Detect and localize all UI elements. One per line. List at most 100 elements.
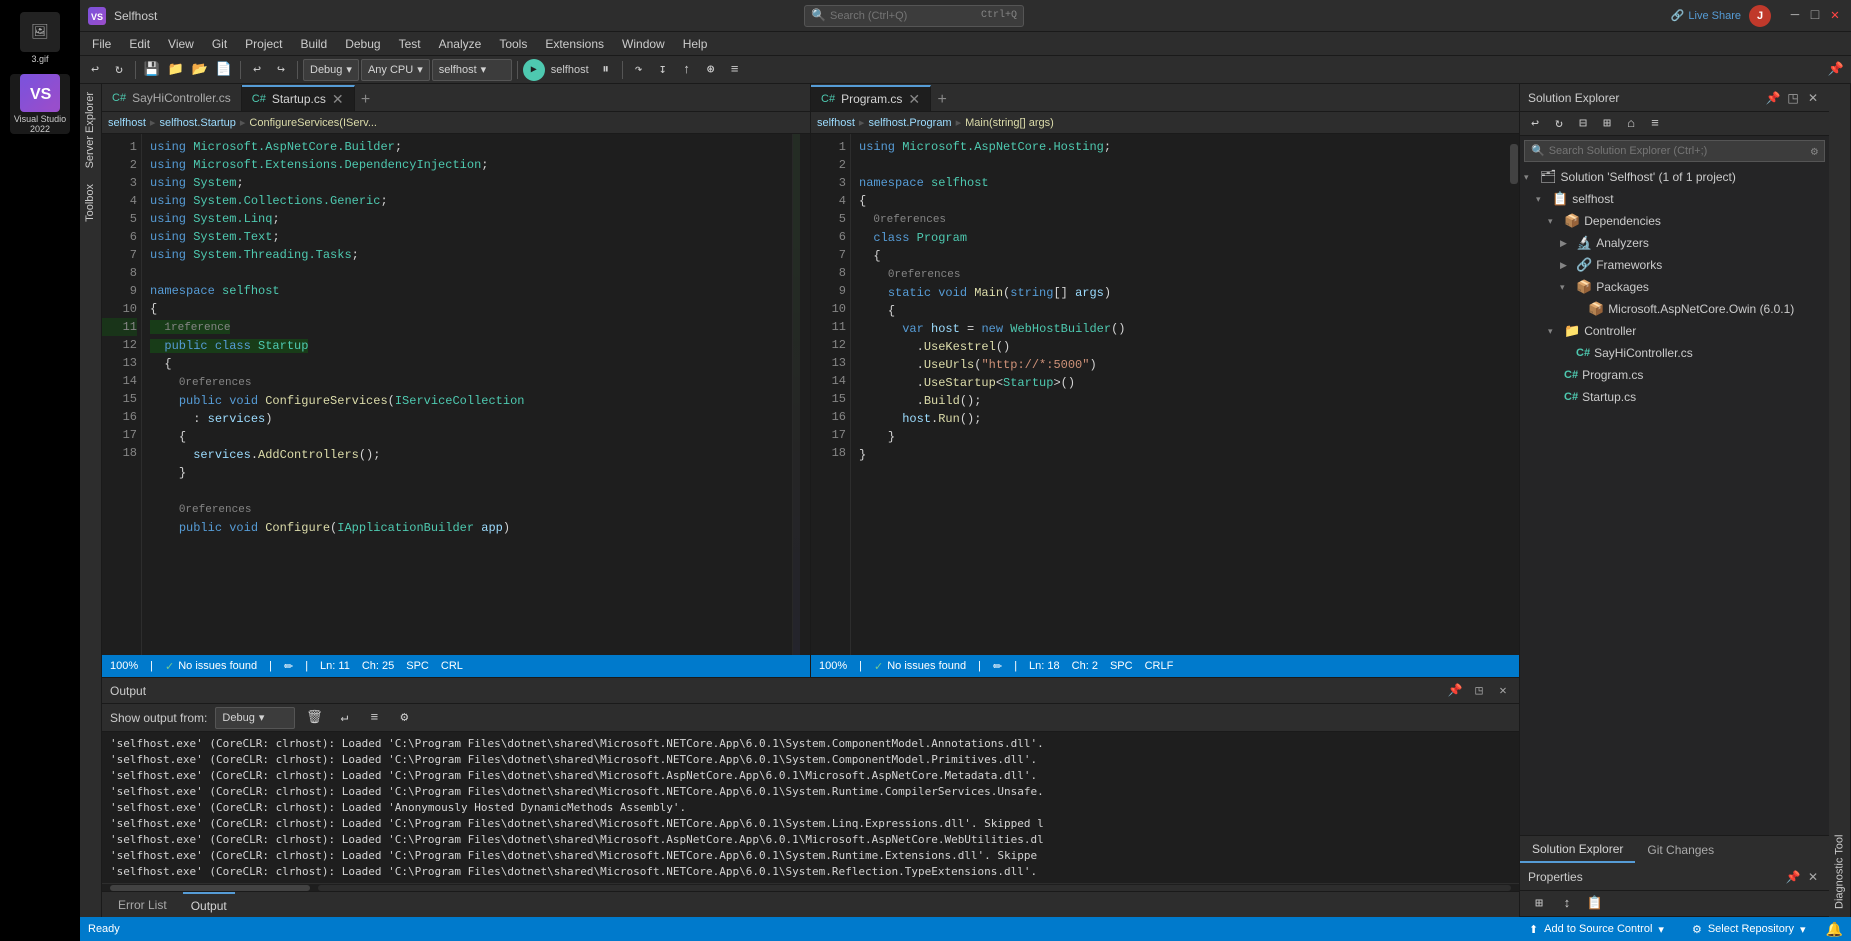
platform-dropdown[interactable]: Any CPU ▾ (361, 59, 430, 81)
se-refresh[interactable]: ↻ (1548, 113, 1570, 135)
se-search[interactable]: 🔍 ⚙ (1524, 140, 1825, 162)
props-close[interactable]: ✕ (1805, 869, 1821, 885)
output-close[interactable]: ✕ (1495, 683, 1511, 699)
server-explorer-tab[interactable]: Server Explorer (80, 84, 101, 176)
tab-output[interactable]: Output (183, 892, 235, 917)
se-undock[interactable]: ◳ (1785, 90, 1801, 106)
debug-config-dropdown[interactable]: Debug ▾ (303, 59, 359, 81)
tree-aspnetcore-owin[interactable]: ▶ 📦 Microsoft.AspNetCore.Owin (6.0.1) (1520, 298, 1829, 320)
notification-bell[interactable]: 🔔 (1826, 921, 1843, 938)
menu-test[interactable]: Test (391, 32, 429, 55)
search-box[interactable]: 🔍 Ctrl+Q (804, 5, 1024, 27)
toolbar-new[interactable]: 📄 (213, 59, 235, 81)
tab-startup[interactable]: C# Startup.cs ✕ (242, 85, 355, 111)
se-sync[interactable]: ↩ (1524, 113, 1546, 135)
sayhicontroller-icon: C# (1576, 347, 1590, 359)
live-share-button[interactable]: 🔗 Live Share (1671, 9, 1741, 22)
step-over[interactable]: ↷ (628, 59, 650, 81)
tab-close-startup[interactable]: ✕ (332, 91, 344, 108)
select-repository[interactable]: ⚙ Select Repository ▾ (1684, 923, 1814, 936)
diagnostic-tool-tab[interactable]: Diagnostic Tool (1829, 84, 1851, 917)
se-tab-solution-explorer[interactable]: Solution Explorer (1520, 836, 1635, 863)
close-button[interactable]: ✕ (1827, 8, 1843, 24)
menu-build[interactable]: Build (293, 32, 336, 55)
output-source-dropdown[interactable]: Debug ▾ (215, 707, 295, 729)
props-sort[interactable]: ↕ (1556, 893, 1578, 915)
toolbar-back[interactable]: ↩ (84, 59, 106, 81)
tree-project[interactable]: ▾ 📋 selfhost (1520, 188, 1829, 210)
code-editor-left[interactable]: 12345 678910 11 12131415 161718 using Mi… (102, 134, 810, 655)
step-into[interactable]: ↧ (652, 59, 674, 81)
tree-packages[interactable]: ▾ 📦 Packages (1520, 276, 1829, 298)
menu-window[interactable]: Window (614, 32, 673, 55)
output-clear[interactable]: 🗑 (303, 707, 325, 729)
toolbar-save[interactable]: 💾 (141, 59, 163, 81)
props-pin[interactable]: 📌 (1785, 869, 1801, 885)
toolbar-undo[interactable]: ↩ (246, 59, 268, 81)
tree-sayhicontroller[interactable]: ▶ C# SayHiController.cs (1520, 342, 1829, 364)
tree-frameworks[interactable]: ▶ 🔗 Frameworks (1520, 254, 1829, 276)
toolbar-save-all[interactable]: 📁 (165, 59, 187, 81)
output-undock[interactable]: ◳ (1471, 683, 1487, 699)
se-tab-git-changes[interactable]: Git Changes (1635, 836, 1726, 863)
tab-program[interactable]: C# Program.cs ✕ (811, 85, 931, 111)
se-close[interactable]: ✕ (1805, 90, 1821, 106)
output-settings[interactable]: ⚙ (393, 707, 415, 729)
menu-file[interactable]: File (84, 32, 119, 55)
add-to-source-control[interactable]: ⬆ Add to Source Control ▾ (1521, 923, 1672, 936)
menu-edit[interactable]: Edit (121, 32, 158, 55)
props-description[interactable]: 📋 (1584, 893, 1606, 915)
search-input[interactable] (830, 10, 977, 22)
profile-avatar[interactable]: J (1749, 5, 1771, 27)
menu-debug[interactable]: Debug (337, 32, 388, 55)
code-editor-right[interactable]: 12345 678910 1112131415 161718 using Mic… (811, 134, 1519, 655)
tree-analyzers[interactable]: ▶ 🔬 Analyzers (1520, 232, 1829, 254)
se-search-input[interactable] (1549, 145, 1807, 157)
tree-dependencies[interactable]: ▾ 📦 Dependencies (1520, 210, 1829, 232)
menu-tools[interactable]: Tools (491, 32, 535, 55)
props-grid[interactable]: ⊞ (1528, 893, 1550, 915)
minimize-button[interactable]: ─ (1787, 8, 1803, 24)
tab-add-left[interactable]: + (355, 89, 377, 111)
pause-button[interactable]: ⏸ (595, 59, 617, 81)
toolbar-redo[interactable]: ↪ (270, 59, 292, 81)
toolbar-refresh[interactable]: ↻ (108, 59, 130, 81)
run-button[interactable]: ▶ (523, 59, 545, 81)
toolbox-tab[interactable]: Toolbox (80, 176, 101, 230)
tab-add-right[interactable]: + (931, 89, 953, 111)
tab-close-program[interactable]: ✕ (908, 91, 920, 108)
se-home[interactable]: ⌂ (1620, 113, 1642, 135)
tree-program[interactable]: ▶ C# Program.cs (1520, 364, 1829, 386)
pin-toolbar[interactable]: 📌 (1825, 59, 1847, 81)
se-expand-all[interactable]: ⊞ (1596, 113, 1618, 135)
toolbar-more[interactable]: ≡ (724, 59, 746, 81)
toolbar-open[interactable]: 📂 (189, 59, 211, 81)
tree-startup[interactable]: ▶ C# Startup.cs (1520, 386, 1829, 408)
se-search-settings[interactable]: ⚙ (1811, 144, 1818, 159)
taskbar-icon-3gif[interactable]: 🖼 3.gif (10, 8, 70, 68)
tree-controller-folder[interactable]: ▾ 📁 Controller (1520, 320, 1829, 342)
menu-project[interactable]: Project (237, 32, 290, 55)
tree-solution[interactable]: ▾ 🗂 Solution 'Selfhost' (1 of 1 project) (1520, 166, 1829, 188)
se-pin[interactable]: 📌 (1765, 90, 1781, 106)
output-wrap[interactable]: ↵ (333, 707, 355, 729)
maximize-button[interactable]: □ (1807, 8, 1823, 24)
scrollbar-right[interactable] (1509, 134, 1519, 655)
menu-git[interactable]: Git (204, 32, 235, 55)
se-filter[interactable]: ≡ (1644, 113, 1666, 135)
menu-view[interactable]: View (160, 32, 202, 55)
tab-sayhicontroller[interactable]: C# SayHiController.cs (102, 85, 242, 111)
startup-project-dropdown[interactable]: selfhost ▾ (432, 59, 512, 81)
global-status-bar: Ready ⬆ Add to Source Control ▾ ⚙ Select… (80, 917, 1851, 941)
menu-help[interactable]: Help (675, 32, 716, 55)
taskbar-icon-vs2022[interactable]: VS Visual Studio2022 (10, 74, 70, 134)
output-pin[interactable]: 📌 (1447, 683, 1463, 699)
menu-extensions[interactable]: Extensions (537, 32, 612, 55)
run-label[interactable]: selfhost (547, 59, 593, 81)
tab-error-list[interactable]: Error List (110, 892, 175, 917)
menu-analyze[interactable]: Analyze (431, 32, 490, 55)
se-collapse-all[interactable]: ⊟ (1572, 113, 1594, 135)
step-out[interactable]: ↑ (676, 59, 698, 81)
breakpoint[interactable]: ⊛ (700, 59, 722, 81)
output-filter[interactable]: ≡ (363, 707, 385, 729)
